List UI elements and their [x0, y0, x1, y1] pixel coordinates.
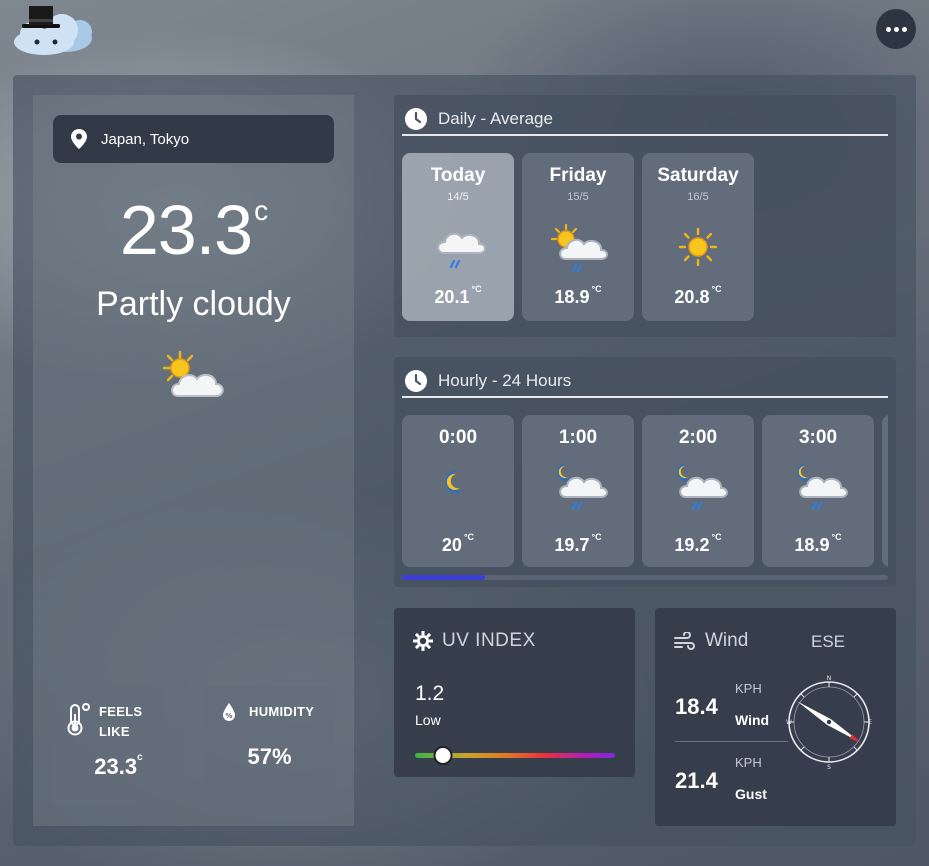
current-condition: Partly cloudy [96, 285, 291, 323]
map-pin-icon [71, 129, 87, 149]
sun-cloud-rain-icon [550, 223, 608, 273]
wind-speed-unit: KPH [735, 681, 762, 696]
feels-like-label-1: FEELS [99, 704, 143, 719]
humidity-value: 57% [247, 744, 292, 769]
more-options-button[interactable] [876, 9, 916, 49]
wind-gust-value: 21.4 [675, 768, 718, 793]
day-temp: 20.8 °C [674, 284, 722, 307]
feels-like-label-2: LIKE [99, 724, 130, 739]
moon-cloud-rain-icon [677, 463, 728, 511]
hour-time: 3:00 [798, 427, 838, 448]
wind-speed-value: 18.4 [675, 694, 718, 719]
day-name: Today [430, 165, 486, 186]
feels-like-value: 23.3c [94, 752, 143, 779]
sun-icon [678, 227, 718, 267]
wind-gust-unit: KPH [735, 755, 762, 770]
hour-tile[interactable]: 3:00 18.9 °C [762, 415, 874, 567]
compass-w: W [786, 719, 792, 726]
hour-tile[interactable]: 1:00 19.7 °C [522, 415, 634, 567]
cloud-rain-icon [437, 232, 486, 269]
hourly-scroll-area[interactable]: 0:00 20 °C 1:00 19.7 °C 2:00 19.2 °C 3:0… [394, 357, 888, 587]
wind-speed-label: Wind [735, 712, 770, 728]
daily-title: Daily - Average [438, 108, 553, 128]
day-temp: 20.1 °C [434, 284, 482, 307]
hour-temp: 18.9 °C [794, 532, 842, 555]
current-temperature: 23.3c [119, 191, 268, 269]
hour-temp: 20 °C [441, 532, 475, 555]
day-tile-today[interactable]: Today 14/5 20.1 °C [402, 153, 514, 321]
temperature-unit: c [254, 195, 268, 226]
svg-text:%: % [225, 712, 232, 720]
hour-time: 0:00 [438, 427, 478, 448]
partly-cloudy-icon [162, 350, 224, 397]
thermometer-icon [67, 703, 90, 736]
day-date: 14/5 [447, 191, 469, 203]
wind-card: Wind ESE 18.4 KPH Wind 21.4 KPH Gust N S… [655, 608, 896, 826]
hour-tile[interactable]: 0:00 20 °C [402, 415, 514, 567]
day-name: Saturday [657, 165, 739, 186]
clock-icon [405, 107, 427, 130]
uv-title: UV INDEX [442, 630, 536, 651]
moon-cloud-rain-icon [797, 463, 848, 511]
hourly-scrollbar[interactable] [402, 575, 888, 580]
day-date: 15/5 [567, 191, 589, 203]
daily-header: Daily - Average [402, 103, 888, 136]
day-tile-saturday[interactable]: Saturday 16/5 20.8 °C [642, 153, 754, 321]
uv-scale-marker [433, 746, 453, 765]
moon-icon [445, 470, 463, 493]
location-selector[interactable]: Japan, Tokyo [53, 115, 334, 163]
day-name: Friday [549, 165, 607, 186]
day-temp: 18.9 °C [554, 284, 602, 307]
compass-n: N [827, 675, 832, 682]
wind-direction: ESE [811, 632, 846, 651]
uv-level: Low [415, 712, 441, 728]
wind-title: Wind [705, 630, 749, 651]
moon-cloud-rain-icon [557, 463, 608, 511]
humidity-card: % HUMIDITY 57% [204, 686, 335, 806]
hourly-forecast-section: Hourly - 24 Hours 0:00 20 °C 1:00 19.7 °C … [394, 357, 896, 587]
wind-divider [675, 741, 788, 742]
day-tile-friday[interactable]: Friday 15/5 18.9 °C [522, 153, 634, 321]
top-hat-cloud-icon [14, 6, 92, 55]
hour-temp: 19.2 °C [674, 532, 722, 555]
wind-icon [674, 632, 695, 650]
hour-time: 1:00 [558, 427, 598, 448]
daily-forecast-section: Daily - Average Today 14/5 20.1 °C Friday… [394, 95, 896, 337]
uv-scale [415, 746, 615, 765]
hour-temp: 19.7 °C [554, 532, 602, 555]
uv-value: 1.2 [415, 682, 445, 705]
day-date: 16/5 [687, 191, 709, 203]
hour-tile[interactable]: 2:00 19.2 °C [642, 415, 754, 567]
humidity-drop-icon: % [223, 703, 235, 721]
compass-icon: N S E W [786, 675, 872, 770]
feels-like-card: FEELS LIKE 23.3c [53, 686, 184, 806]
wind-gust-label: Gust [735, 786, 767, 802]
hour-time: 2:00 [678, 427, 718, 448]
hourly-scrollbar-thumb[interactable] [402, 575, 485, 580]
compass-e: E [868, 719, 872, 726]
hour-tile-partial[interactable] [882, 415, 888, 567]
more-horizontal-icon [885, 26, 891, 32]
location-text: Japan, Tokyo [101, 130, 190, 148]
compass-s: S [827, 764, 831, 770]
humidity-label: HUMIDITY [249, 704, 315, 719]
uv-index-card: UV INDEX 1.2 Low [394, 608, 635, 777]
sun-gear-icon [413, 631, 433, 651]
